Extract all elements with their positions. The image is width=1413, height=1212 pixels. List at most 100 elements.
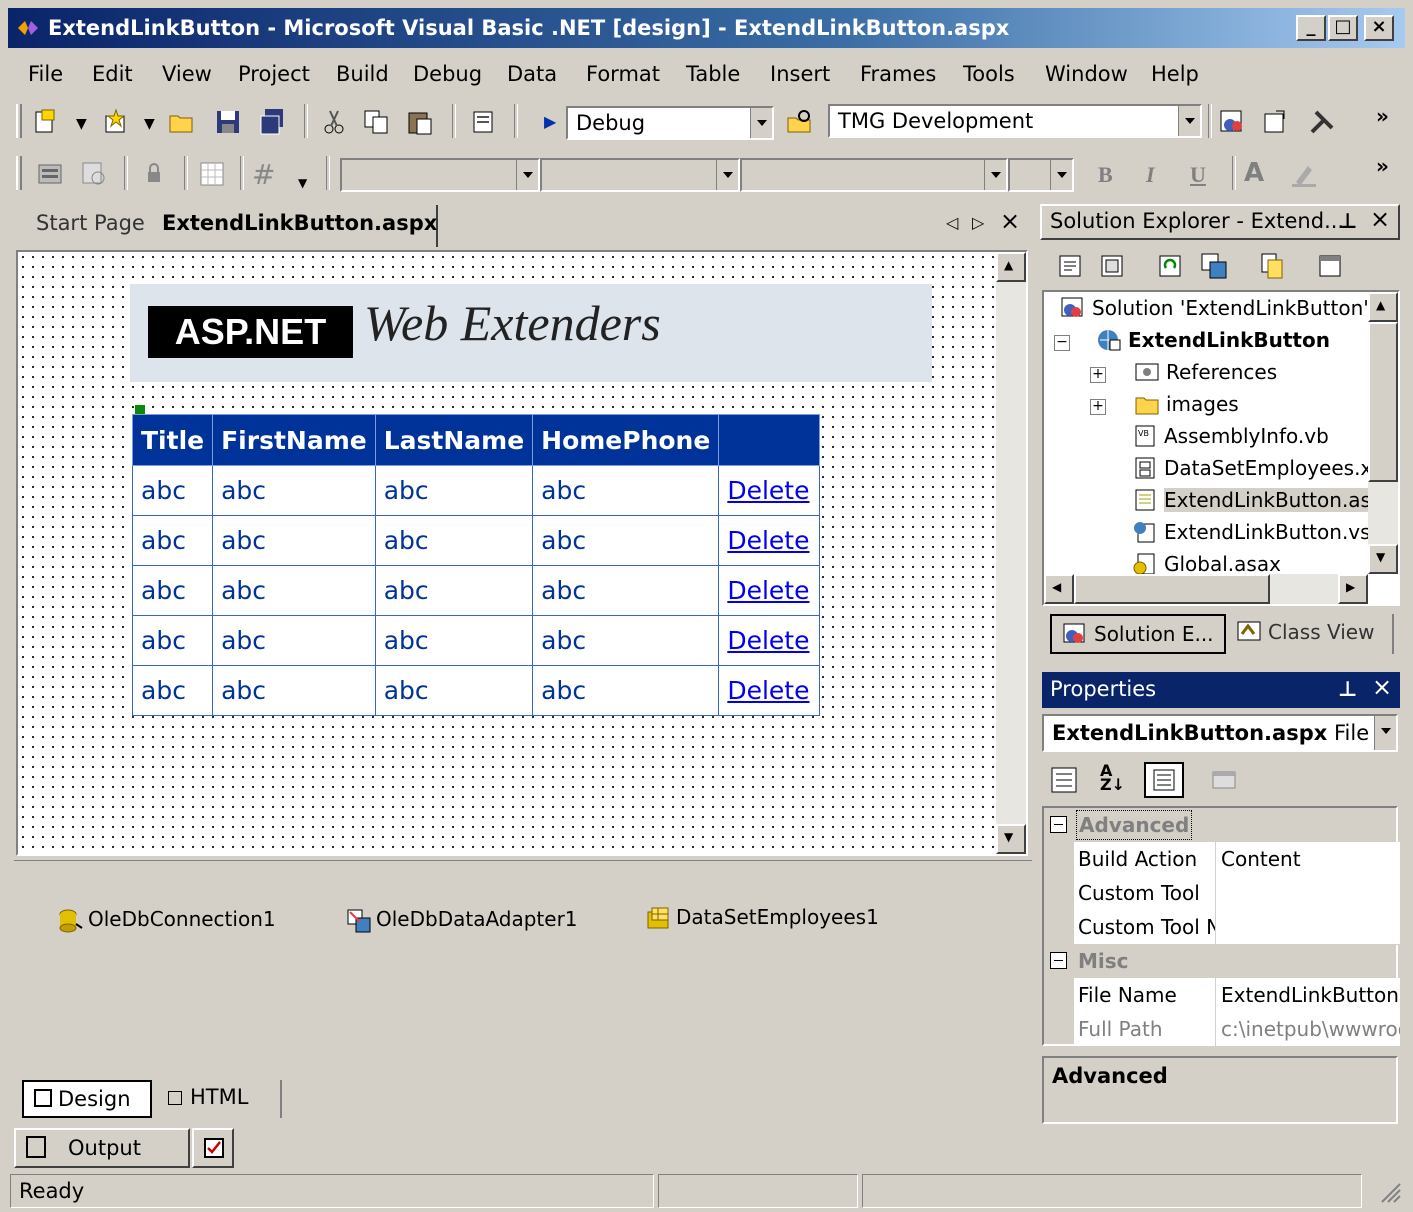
delete-link[interactable]: Delete xyxy=(727,676,809,705)
menu-build[interactable]: Build xyxy=(336,60,389,88)
chevron-down-icon[interactable] xyxy=(716,160,738,190)
component-oledbconnection[interactable]: OleDbConnection1 xyxy=(58,907,276,934)
paste-icon[interactable] xyxy=(406,108,434,136)
tree-horizontal-scrollbar[interactable]: ◀ ▶ xyxy=(1044,574,1368,604)
category-misc[interactable]: Misc xyxy=(1044,944,1400,978)
tab-extendlinkbutton-aspx[interactable]: ExtendLinkButton.aspx xyxy=(152,205,438,247)
properties-window-icon[interactable] xyxy=(1262,108,1290,136)
underline-button[interactable]: U xyxy=(1190,162,1206,188)
toolbar-grip[interactable] xyxy=(16,104,22,138)
font-size-select[interactable] xyxy=(1008,158,1074,192)
start-debug-icon[interactable]: ▶ xyxy=(544,112,556,131)
delete-link[interactable]: Delete xyxy=(727,626,809,655)
resize-grip-icon[interactable] xyxy=(1378,1180,1402,1204)
menu-table[interactable]: Table xyxy=(686,60,740,88)
menu-frames[interactable]: Frames xyxy=(860,60,936,88)
component-dataset[interactable]: DataSetEmployees1 xyxy=(646,905,879,932)
tree-node-project[interactable]: − ExtendLinkButton xyxy=(1054,326,1330,354)
property-value[interactable]: ExtendLinkButton.a xyxy=(1216,978,1400,1012)
save-all-icon[interactable] xyxy=(258,108,286,136)
collapse-icon[interactable] xyxy=(1050,816,1067,833)
maximize-button[interactable]: □ xyxy=(1328,15,1358,41)
block-format-select[interactable] xyxy=(340,158,540,192)
tab-class-view[interactable]: Class View xyxy=(1228,614,1394,654)
property-value[interactable] xyxy=(1216,910,1400,944)
properties-icon[interactable] xyxy=(1316,252,1344,280)
refresh-icon[interactable] xyxy=(1156,252,1184,280)
scroll-left-button[interactable]: ◀ xyxy=(1044,574,1074,604)
solution-configuration-select[interactable]: Debug xyxy=(566,106,774,140)
add-item-icon[interactable] xyxy=(102,108,130,136)
delete-link[interactable]: Delete xyxy=(727,526,809,555)
show-all-files-icon[interactable] xyxy=(1258,252,1286,280)
tree-node-dataset-xsd[interactable]: DataSetEmployees.x xyxy=(1132,454,1372,482)
menu-insert[interactable]: Insert xyxy=(770,60,830,88)
toolbox-icon[interactable] xyxy=(1308,108,1336,136)
tree-node-images[interactable]: + images xyxy=(1090,390,1239,418)
property-value[interactable]: c:\inetpub\wwwroo xyxy=(1216,1012,1400,1046)
property-row-custom-tool-namespace[interactable]: Custom Tool N xyxy=(1074,910,1400,945)
tab-scroll-left-icon[interactable]: ◁ xyxy=(946,213,958,232)
expand-icon[interactable]: + xyxy=(1090,399,1106,415)
scroll-up-button[interactable]: ▲ xyxy=(996,252,1026,282)
tree-node-assemblyinfo[interactable]: VB AssemblyInfo.vb xyxy=(1132,422,1329,450)
view-code-icon[interactable] xyxy=(1056,252,1084,280)
position-icon[interactable] xyxy=(80,160,108,188)
chevron-down-icon[interactable] xyxy=(1178,106,1200,136)
solution-tree[interactable]: Solution 'ExtendLinkButton' ( − ExtendLin… xyxy=(1042,290,1400,606)
solution-explorer-icon[interactable] xyxy=(1218,108,1246,136)
tree-node-references[interactable]: + References xyxy=(1090,358,1277,386)
scroll-down-button[interactable]: ▼ xyxy=(1368,544,1398,574)
chevron-down-icon[interactable]: ▼ xyxy=(76,116,87,132)
chevron-down-icon[interactable] xyxy=(984,160,1006,190)
open-folder-icon[interactable] xyxy=(168,108,196,136)
scroll-up-button[interactable]: ▲ xyxy=(1368,292,1398,322)
menu-edit[interactable]: Edit xyxy=(92,60,133,88)
layout-icon[interactable] xyxy=(36,160,64,188)
property-row-full-path[interactable]: Full Path c:\inetpub\wwwroo xyxy=(1074,1012,1400,1047)
chevron-down-icon[interactable] xyxy=(1374,716,1396,750)
web-form-designer[interactable]: ASP.NET Web Extenders Title FirstName Last… xyxy=(16,250,1028,856)
chevron-down-icon[interactable]: ▼ xyxy=(144,116,155,132)
properties-object-select[interactable]: ExtendLinkButton.aspx File xyxy=(1042,714,1398,752)
save-icon[interactable] xyxy=(214,108,242,136)
property-value[interactable]: Content xyxy=(1216,842,1400,876)
view-designer-icon[interactable] xyxy=(1098,252,1126,280)
startup-target-select[interactable]: TMG Development xyxy=(828,104,1202,138)
tab-design[interactable]: Design xyxy=(22,1080,152,1118)
tree-node-extendlinkbutton-aspx[interactable]: ExtendLinkButton.as xyxy=(1132,486,1371,514)
toolbar-overflow-icon[interactable]: » xyxy=(1376,104,1389,128)
close-button[interactable]: × xyxy=(1364,15,1394,41)
property-row-custom-tool[interactable]: Custom Tool xyxy=(1074,876,1400,911)
menu-window[interactable]: Window xyxy=(1045,60,1128,88)
chevron-down-icon[interactable] xyxy=(1050,160,1072,190)
copy-icon[interactable] xyxy=(362,108,390,136)
snap-to-grid-icon[interactable]: # xyxy=(252,158,275,191)
component-oledbdataadapter[interactable]: OleDbDataAdapter1 xyxy=(346,907,578,934)
scroll-down-button[interactable]: ▼ xyxy=(996,824,1026,854)
menu-file[interactable]: File xyxy=(28,60,63,88)
expand-icon[interactable]: + xyxy=(1090,367,1106,383)
properties-view-button[interactable] xyxy=(1144,762,1184,798)
menu-data[interactable]: Data xyxy=(507,60,557,88)
font-color-icon[interactable]: A xyxy=(1244,158,1264,188)
solution-explorer-header[interactable]: Solution Explorer - Extend... ⊥ × xyxy=(1040,204,1400,240)
cut-icon[interactable] xyxy=(320,108,348,136)
scroll-thumb[interactable] xyxy=(1074,574,1270,604)
new-project-icon[interactable] xyxy=(32,108,60,136)
font-style-select[interactable] xyxy=(740,158,1008,192)
close-panel-icon[interactable]: × xyxy=(1372,670,1392,704)
property-row-file-name[interactable]: File Name ExtendLinkButton.a xyxy=(1074,978,1400,1013)
italic-button[interactable]: I xyxy=(1146,162,1155,188)
collapse-icon[interactable] xyxy=(1050,952,1067,969)
copy-project-icon[interactable] xyxy=(1200,252,1228,280)
toolbar-overflow-icon[interactable]: » xyxy=(1376,154,1389,178)
show-grid-icon[interactable] xyxy=(198,160,226,188)
menu-project[interactable]: Project xyxy=(238,60,310,88)
designer-vertical-scrollbar[interactable]: ▲ ▼ xyxy=(996,252,1026,854)
categorized-icon[interactable] xyxy=(1050,766,1078,794)
collapse-icon[interactable]: − xyxy=(1054,335,1070,351)
category-advanced[interactable]: Advanced xyxy=(1044,808,1400,842)
menu-help[interactable]: Help xyxy=(1151,60,1199,88)
find-icon[interactable] xyxy=(470,108,498,136)
